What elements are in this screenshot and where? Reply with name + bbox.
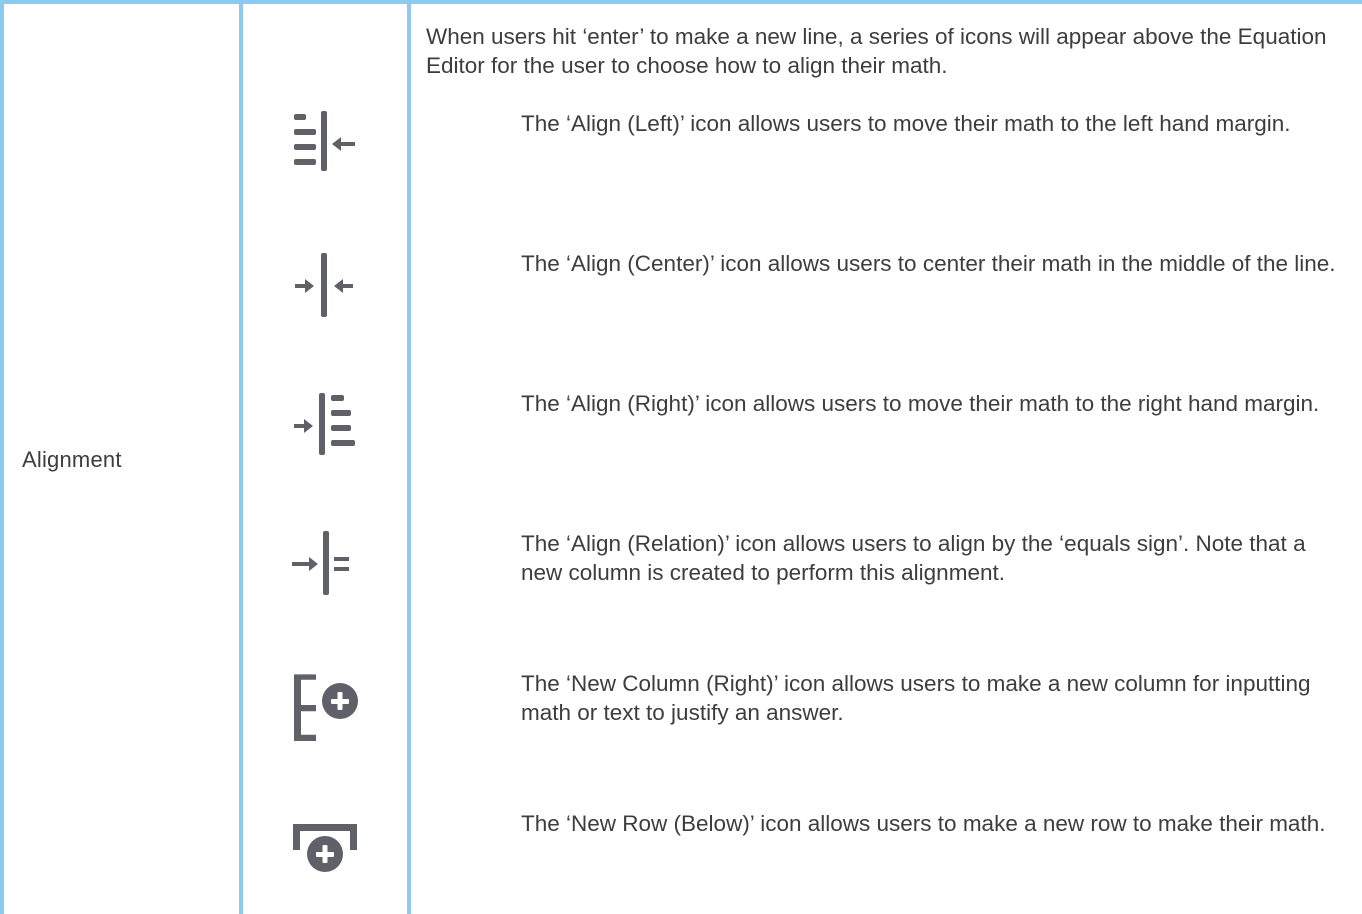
new-row-below-icon[interactable] [290, 808, 362, 880]
new-row-below-description: The ‘New Row (Below)’ icon allows users … [521, 811, 1326, 836]
intro-text: When users hit ‘enter’ to make a new lin… [426, 24, 1327, 78]
table-column-divider [407, 0, 411, 914]
align-left-icon[interactable] [290, 108, 362, 180]
table-column-divider [239, 0, 243, 914]
table-border-left [0, 0, 4, 914]
section-label: Alignment [22, 447, 122, 472]
align-center-icon[interactable] [290, 250, 362, 322]
new-column-right-icon[interactable] [290, 669, 362, 741]
alignment-table: Alignment When users hit ‘enter’ to make… [0, 0, 1362, 914]
align-left-description: The ‘Align (Left)’ icon allows users to … [521, 111, 1291, 136]
align-relation-icon[interactable] [290, 528, 362, 600]
align-right-description: The ‘Align (Right)’ icon allows users to… [521, 391, 1320, 416]
align-right-icon[interactable] [290, 390, 362, 462]
align-center-description: The ‘Align (Center)’ icon allows users t… [521, 251, 1336, 276]
align-relation-description: The ‘Align (Relation)’ icon allows users… [521, 531, 1306, 585]
new-column-right-description: The ‘New Column (Right)’ icon allows use… [521, 671, 1311, 725]
table-border-top [0, 0, 1362, 4]
